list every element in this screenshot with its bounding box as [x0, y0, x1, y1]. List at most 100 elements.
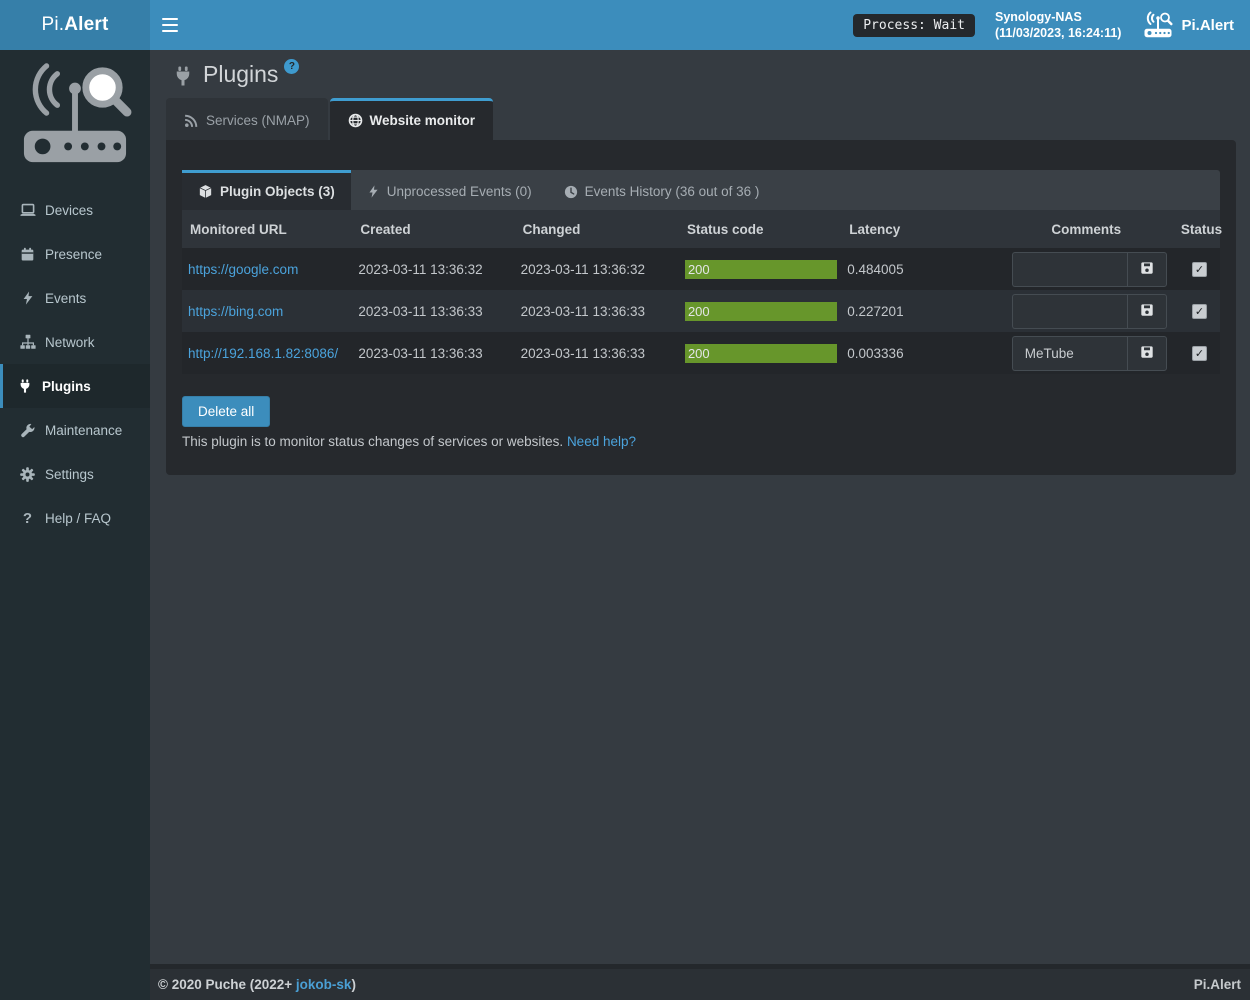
- col-status-code: Status code: [679, 210, 841, 248]
- monitored-url-link[interactable]: https://bing.com: [188, 304, 283, 319]
- changed-cell: 2023-03-11 13:36:33: [515, 332, 679, 374]
- monitored-url-link[interactable]: https://google.com: [188, 262, 298, 277]
- clock-icon: [564, 185, 578, 199]
- status-code-bar: 200: [685, 302, 837, 321]
- comment-input[interactable]: [1012, 336, 1127, 371]
- comment-input[interactable]: [1012, 252, 1127, 287]
- sidebar-item-label: Help / FAQ: [45, 511, 111, 526]
- content-area: Plugins ? Services (NMAP) Website monito…: [150, 50, 1250, 964]
- created-cell: 2023-03-11 13:36:33: [352, 290, 514, 332]
- status-code-bar: 200: [685, 260, 837, 279]
- col-status: Status: [1173, 210, 1220, 248]
- table-header-row: Monitored URL Created Changed Status cod…: [182, 210, 1220, 248]
- col-comments: Comments: [1000, 210, 1173, 248]
- tab-label: Website monitor: [370, 113, 476, 128]
- tab-services-nmap[interactable]: Services (NMAP): [166, 98, 328, 140]
- copyright-text: © 2020 Puche (2022+: [158, 977, 292, 992]
- author-link[interactable]: jokob-sk: [296, 977, 352, 992]
- tab-label: Services (NMAP): [206, 113, 310, 128]
- laptop-icon: [19, 202, 36, 218]
- floppy-icon: [1140, 261, 1154, 278]
- question-icon: ?: [19, 510, 36, 527]
- footer-brand: Pi.Alert: [1194, 977, 1241, 992]
- plugin-inner-tabs: Plugin Objects (3) Unprocessed Events (0…: [182, 170, 1220, 210]
- top-bar: Pi.Alert Process: Wait Synology-NAS (11/…: [0, 0, 1250, 50]
- brand-logo[interactable]: Pi.Alert: [0, 0, 150, 50]
- tab-plugin-objects[interactable]: Plugin Objects (3): [182, 170, 351, 210]
- tab-label: Unprocessed Events (0): [387, 184, 532, 199]
- latency-cell: 0.484005: [841, 248, 999, 290]
- sidebar-item-presence[interactable]: Presence: [0, 232, 150, 276]
- monitored-urls-table: Monitored URL Created Changed Status cod…: [182, 210, 1220, 374]
- help-badge[interactable]: ?: [284, 59, 299, 74]
- plugin-hint: This plugin is to monitor status changes…: [182, 434, 1220, 449]
- bolt-icon: [367, 185, 380, 198]
- sidebar-item-label: Maintenance: [45, 423, 122, 438]
- status-code-bar: 200: [685, 344, 837, 363]
- plug-icon: [16, 379, 33, 393]
- comment-input-group: [1012, 294, 1167, 329]
- footer: © 2020 Puche (2022+ jokob-sk) Pi.Alert: [150, 964, 1250, 1000]
- sidebar-item-help[interactable]: ? Help / FAQ: [0, 496, 150, 540]
- copyright-close: ): [351, 977, 356, 992]
- save-comment-button[interactable]: [1127, 336, 1167, 371]
- sidebar-item-label: Network: [45, 335, 95, 350]
- sidebar-item-label: Settings: [45, 467, 94, 482]
- save-comment-button[interactable]: [1127, 252, 1167, 287]
- table-row: https://google.com 2023-03-11 13:36:32 2…: [182, 248, 1220, 290]
- rss-icon: [184, 113, 199, 128]
- latency-cell: 0.227201: [841, 290, 999, 332]
- col-created: Created: [352, 210, 514, 248]
- need-help-link[interactable]: Need help?: [567, 434, 636, 449]
- created-cell: 2023-03-11 13:36:32: [352, 248, 514, 290]
- hamburger-icon[interactable]: [150, 0, 190, 50]
- host-name: Synology-NAS: [995, 9, 1122, 25]
- latency-cell: 0.003336: [841, 332, 999, 374]
- plug-icon: [173, 66, 193, 89]
- process-status-badge: Process: Wait: [853, 14, 975, 37]
- save-comment-button[interactable]: [1127, 294, 1167, 329]
- delete-all-button[interactable]: Delete all: [182, 396, 270, 427]
- website-monitor-panel: Plugin Objects (3) Unprocessed Events (0…: [166, 140, 1236, 475]
- sitemap-icon: [19, 334, 36, 350]
- status-checkbox[interactable]: ✓: [1192, 262, 1207, 277]
- cube-icon: [198, 184, 213, 199]
- col-latency: Latency: [841, 210, 999, 248]
- sidebar-item-devices[interactable]: Devices: [0, 188, 150, 232]
- monitored-url-link[interactable]: http://192.168.1.82:8086/: [188, 346, 338, 361]
- col-changed: Changed: [515, 210, 679, 248]
- plugin-tabs: Services (NMAP) Website monitor: [166, 98, 1250, 140]
- status-checkbox[interactable]: ✓: [1192, 304, 1207, 319]
- sidebar-item-plugins[interactable]: Plugins: [0, 364, 150, 408]
- sidebar: Devices Presence Events Network: [0, 50, 150, 1000]
- sidebar-item-label: Devices: [45, 203, 93, 218]
- brand-pi: Pi.: [41, 14, 64, 36]
- col-monitored-url: Monitored URL: [182, 210, 352, 248]
- sidebar-item-label: Presence: [45, 247, 102, 262]
- comment-input[interactable]: [1012, 294, 1127, 329]
- tab-events-history[interactable]: Events History (36 out of 36 ): [548, 170, 776, 210]
- floppy-icon: [1140, 345, 1154, 362]
- host-timestamp: (11/03/2023, 16:24:11): [995, 25, 1122, 41]
- created-cell: 2023-03-11 13:36:33: [352, 332, 514, 374]
- sidebar-item-maintenance[interactable]: Maintenance: [0, 408, 150, 452]
- bolt-icon: [19, 291, 36, 305]
- tab-website-monitor[interactable]: Website monitor: [330, 98, 494, 140]
- page-title-text: Plugins: [203, 60, 278, 90]
- sidebar-item-events[interactable]: Events: [0, 276, 150, 320]
- pialert-app: Pi.Alert Process: Wait Synology-NAS (11/…: [0, 0, 1250, 1000]
- comment-input-group: [1012, 252, 1167, 287]
- navbar-app-name: Pi.Alert: [1181, 17, 1234, 34]
- sidebar-item-label: Plugins: [42, 379, 91, 394]
- status-checkbox[interactable]: ✓: [1192, 346, 1207, 361]
- table-row: http://192.168.1.82:8086/ 2023-03-11 13:…: [182, 332, 1220, 374]
- tab-unprocessed-events[interactable]: Unprocessed Events (0): [351, 170, 548, 210]
- tab-label: Plugin Objects (3): [220, 184, 335, 199]
- footer-copyright: © 2020 Puche (2022+ jokob-sk): [158, 977, 356, 992]
- changed-cell: 2023-03-11 13:36:33: [515, 290, 679, 332]
- sidebar-menu: Devices Presence Events Network: [0, 188, 150, 540]
- host-info: Synology-NAS (11/03/2023, 16:24:11): [995, 9, 1122, 41]
- globe-icon: [348, 113, 363, 128]
- sidebar-item-settings[interactable]: Settings: [0, 452, 150, 496]
- sidebar-item-network[interactable]: Network: [0, 320, 150, 364]
